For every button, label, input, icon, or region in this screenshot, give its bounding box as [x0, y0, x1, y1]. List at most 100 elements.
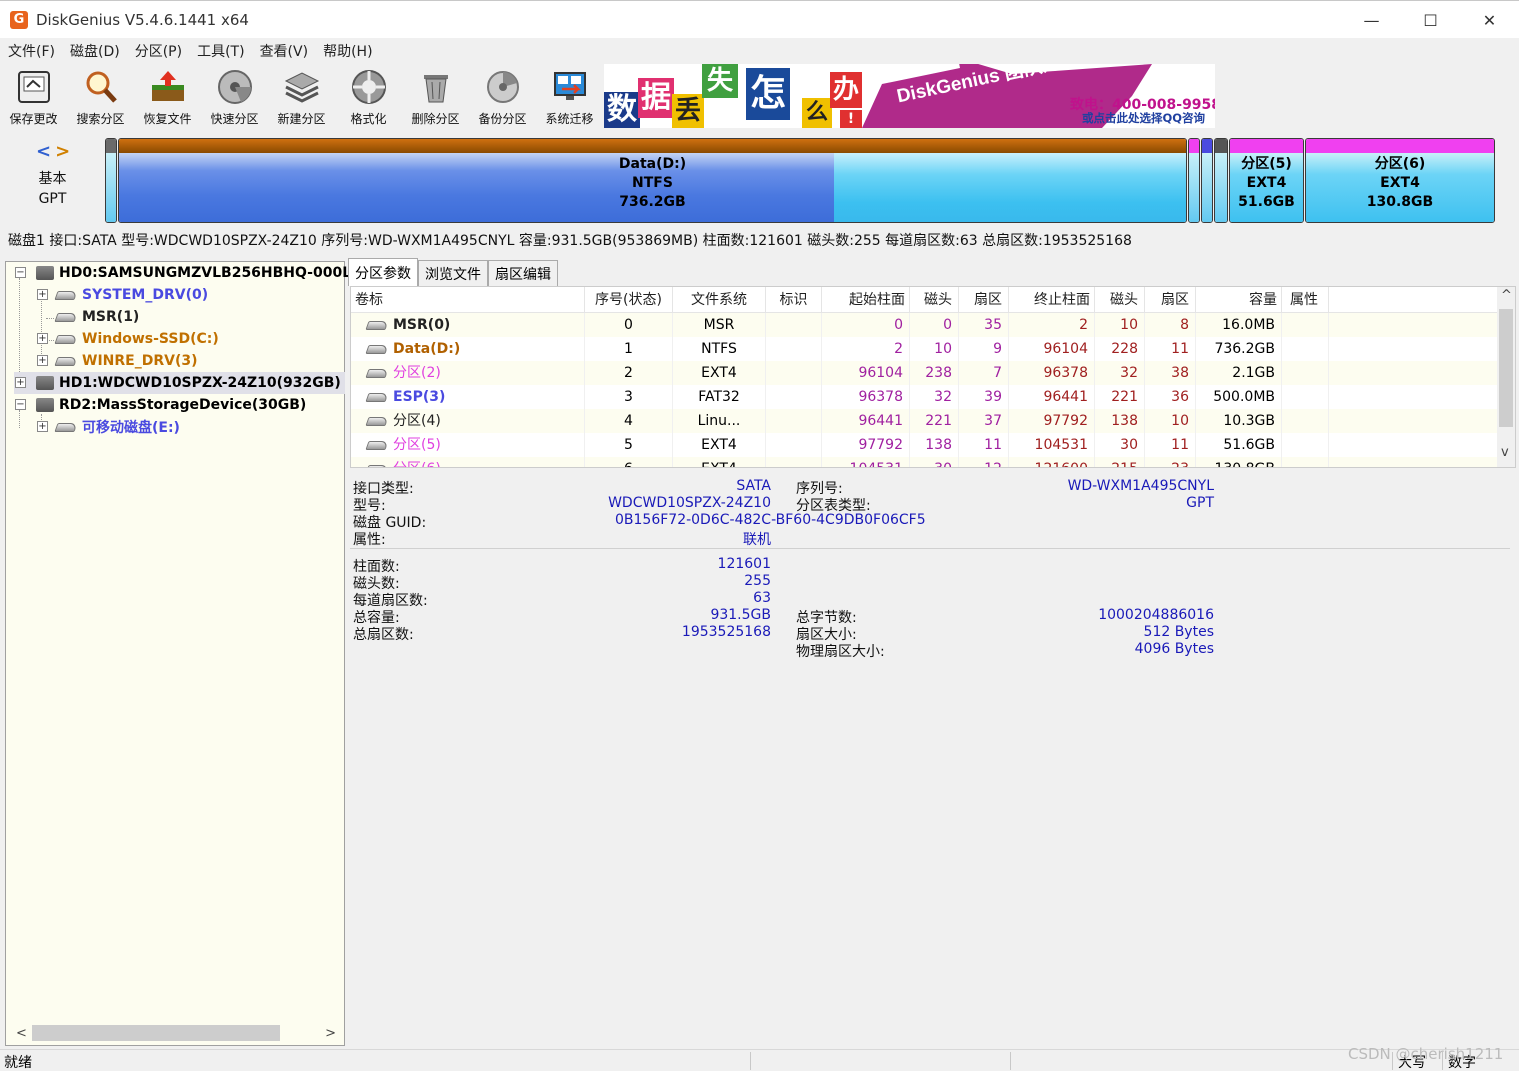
col-header-start-sector[interactable]: 扇区 [959, 287, 1009, 313]
partition-fs: NTFS [632, 175, 673, 191]
tab-sector-editor[interactable]: 扇区编辑 [488, 260, 558, 286]
close-button[interactable]: ✕ [1460, 1, 1519, 39]
ad-qq-link[interactable]: 或点击此处选择QQ咨询 [1082, 110, 1205, 126]
system-migration-button[interactable]: 系统迁移 [536, 64, 603, 130]
save-changes-button[interactable]: 保存更改 [0, 64, 67, 130]
scroll-down-icon[interactable]: v [1501, 445, 1509, 460]
col-header-end-sector[interactable]: 扇区 [1145, 287, 1196, 313]
backup-partition-label: 备份分区 [478, 112, 527, 126]
tree-node-system-drv[interactable]: + SYSTEM_DRV(0) [36, 284, 208, 306]
maximize-button[interactable]: ☐ [1401, 1, 1460, 39]
col-header-capacity[interactable]: 容量 [1196, 287, 1282, 313]
partition-label-5: 分区(5) EXT4 51.6GB [1230, 155, 1303, 212]
quick-partition-button[interactable]: 快速分区 [201, 64, 268, 130]
table-row[interactable]: Data(D:) 1 NTFS 2 10 9 96104 228 11 736.2GB [351, 337, 1499, 361]
search-partition-label: 搜索分区 [76, 112, 125, 126]
menu-disk[interactable]: 磁盘(D) [62, 41, 127, 61]
col-header-filesystem[interactable]: 文件系统 [673, 287, 766, 313]
next-disk-icon[interactable]: > [55, 141, 74, 162]
format-button[interactable]: 格式化 [335, 64, 402, 130]
new-partition-button[interactable]: 新建分区 [268, 64, 335, 130]
table-row[interactable]: MSR(0) 0 MSR 0 0 35 2 10 8 16.0MB [351, 313, 1499, 337]
table-row[interactable]: 分区(4) 4 Linu... 96441 221 37 97792 138 10 10.3GB [351, 409, 1499, 433]
prev-disk-icon[interactable]: < [36, 141, 55, 162]
tree-node-rd2[interactable]: − RD2:MassStorageDevice(30GB) [14, 394, 306, 416]
partition-name: MSR(0) [393, 317, 451, 333]
partition-block-4[interactable] [1214, 138, 1228, 223]
collapse-icon[interactable]: − [15, 399, 26, 410]
ad-char-7: 办 [830, 72, 862, 108]
delete-partition-button[interactable]: 删除分区 [402, 64, 469, 130]
menu-partition[interactable]: 分区(P) [127, 41, 189, 61]
tab-partition-params[interactable]: 分区参数 [348, 258, 418, 286]
scroll-right-icon[interactable]: > [325, 1026, 336, 1041]
ad-banner[interactable]: 数 据 丢 失 怎 么 办 ! DiskGenius 团队为您服务 致电：400… [604, 64, 1215, 128]
partition-block-2[interactable] [1188, 138, 1200, 223]
tree-node-windows-ssd[interactable]: + Windows-SSD(C:) [36, 328, 219, 350]
search-partition-button[interactable]: 搜索分区 [67, 64, 134, 130]
partition-block-5[interactable]: 分区(5) EXT4 51.6GB [1229, 138, 1304, 223]
ad-char-8: ! [840, 110, 862, 128]
scroll-up-icon[interactable]: ^ [1501, 288, 1512, 303]
table-cell: 23 [1145, 457, 1196, 467]
sector-size-value: 512 Bytes [1143, 624, 1214, 640]
table-vertical-scrollbar[interactable]: ^ v [1497, 287, 1515, 467]
partition-block-msr[interactable] [105, 138, 117, 223]
col-header-id[interactable]: 标识 [766, 287, 822, 313]
menu-tools[interactable]: 工具(T) [189, 41, 251, 61]
partition-block-esp[interactable] [1201, 138, 1213, 223]
scroll-thumb[interactable] [32, 1025, 280, 1041]
menu-view[interactable]: 查看(V) [252, 41, 316, 61]
table-cell: 3 [585, 385, 673, 409]
disk-nav-arrows[interactable]: <> [36, 141, 74, 162]
col-header-end-head[interactable]: 磁头 [1095, 287, 1145, 313]
partition-block-data-d[interactable]: Data(D:) NTFS 736.2GB [118, 138, 1187, 223]
interface-type-value: SATA [736, 478, 771, 494]
menu-file[interactable]: 文件(F) [0, 41, 62, 61]
expand-icon[interactable]: + [37, 333, 48, 344]
partition-icon [54, 290, 78, 300]
col-header-index[interactable]: 序号(状态) [585, 287, 673, 313]
menu-help[interactable]: 帮助(H) [315, 41, 379, 61]
table-cell: 6 [585, 457, 673, 467]
table-cell: 215 [1095, 457, 1145, 467]
tree-node-hd1[interactable]: + HD1:WDCWD10SPZX-24Z10(932GB) [14, 372, 345, 394]
expand-icon[interactable]: + [37, 355, 48, 366]
tree-node-removable-e[interactable]: + 可移动磁盘(E:) [36, 416, 180, 438]
col-header-label[interactable]: 卷标 [351, 287, 585, 313]
tree-node-winre-drv[interactable]: + WINRE_DRV(3) [36, 350, 198, 372]
table-row[interactable]: 分区(5) 5 EXT4 97792 138 11 104531 30 11 51.6GB [351, 433, 1499, 457]
expand-icon[interactable]: + [37, 289, 48, 300]
cell-volume-label: MSR(0) [351, 313, 585, 337]
scroll-thumb[interactable] [1499, 309, 1513, 427]
physical-sector-size-value: 4096 Bytes [1134, 641, 1214, 657]
col-header-start-head[interactable]: 磁头 [910, 287, 959, 313]
expand-icon[interactable]: + [15, 377, 26, 388]
cell-volume-label: 分区(5) [351, 433, 585, 457]
table-row[interactable]: ESP(3) 3 FAT32 96378 32 39 96441 221 36 500.0MB [351, 385, 1499, 409]
minimize-button[interactable]: — [1342, 1, 1401, 39]
tree-horizontal-scrollbar[interactable]: < > [12, 1023, 340, 1043]
expand-icon[interactable]: + [37, 421, 48, 432]
col-header-attributes[interactable]: 属性 [1282, 287, 1329, 313]
col-header-start-cyl[interactable]: 起始柱面 [822, 287, 910, 313]
table-cell: 97792 [1009, 409, 1095, 433]
table-cell: 96441 [822, 409, 910, 433]
collapse-icon[interactable]: − [15, 267, 26, 278]
table-row[interactable]: 分区(6) 6EXT4 104531301212160021523130.8GB [351, 457, 1499, 467]
watermark: CSDN @cherish1211 [1348, 1045, 1504, 1063]
tree-node-msr[interactable]: MSR(1) [36, 306, 139, 328]
col-header-end-cyl[interactable]: 终止柱面 [1009, 287, 1095, 313]
scroll-left-icon[interactable]: < [16, 1026, 27, 1041]
format-icon [351, 69, 387, 105]
recover-files-button[interactable]: 恢复文件 [134, 64, 201, 130]
partition-block-6[interactable]: 分区(6) EXT4 130.8GB [1305, 138, 1495, 223]
tree-node-label: Windows-SSD(C:) [82, 331, 219, 347]
magnifier-icon [83, 69, 119, 105]
tree-node-hd0[interactable]: − HD0:SAMSUNGMZVLB256HBHQ-000L [14, 262, 351, 284]
table-row[interactable]: 分区(2) 2 EXT4 96104 238 7 96378 32 38 2.1GB [351, 361, 1499, 385]
partition-name: 分区(5) [1241, 156, 1292, 172]
backup-partition-button[interactable]: 备份分区 [469, 64, 536, 130]
tab-browse-files[interactable]: 浏览文件 [418, 260, 488, 286]
table-cell: 138 [1095, 409, 1145, 433]
